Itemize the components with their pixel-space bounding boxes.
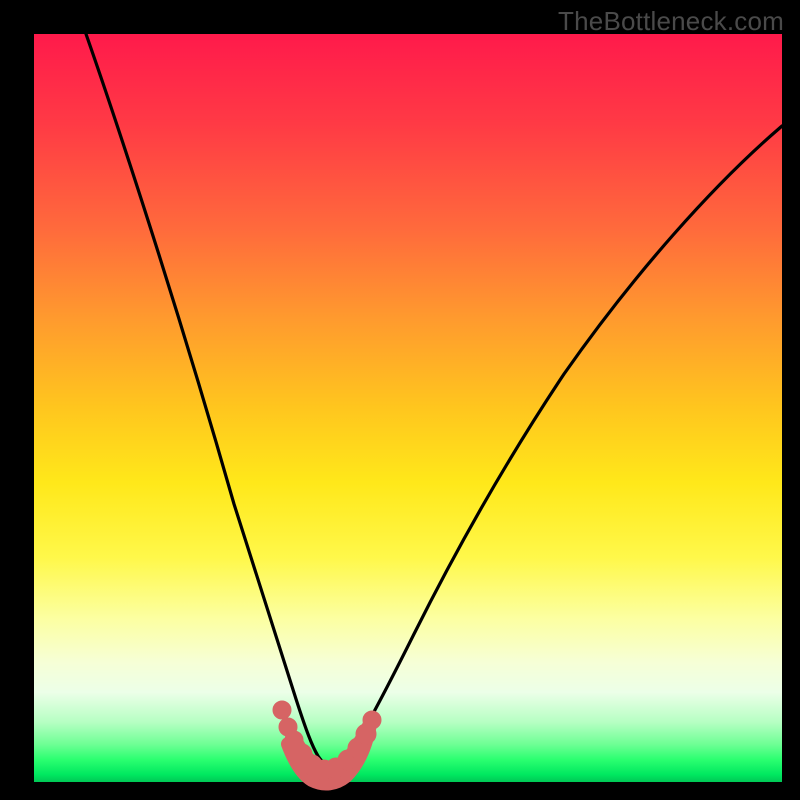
curve-layer — [34, 34, 782, 782]
plot-area — [34, 34, 782, 782]
watermark-text: TheBottleneck.com — [558, 6, 784, 37]
chart-container: TheBottleneck.com — [0, 0, 800, 800]
bottleneck-curve — [86, 34, 782, 767]
optimal-range-highlight — [273, 701, 381, 783]
